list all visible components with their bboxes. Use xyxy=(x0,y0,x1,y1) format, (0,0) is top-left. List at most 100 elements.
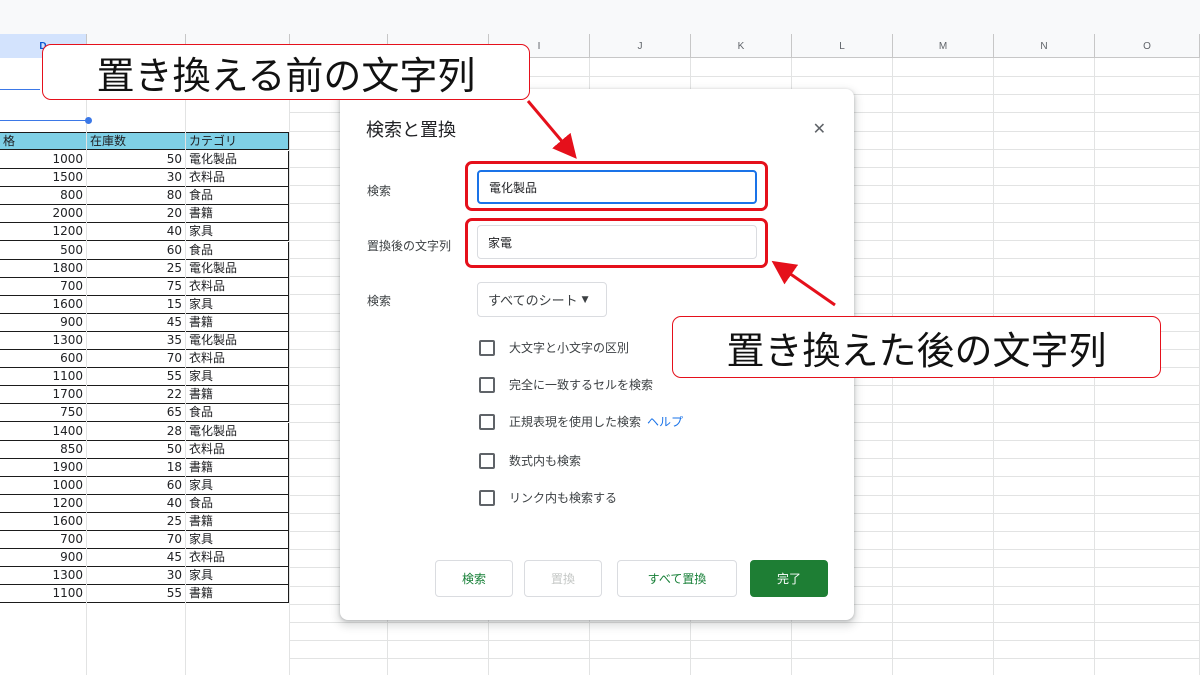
table-cell[interactable]: 25 xyxy=(87,260,186,278)
table-cell[interactable]: 1900 xyxy=(0,459,87,477)
table-cell[interactable]: 35 xyxy=(87,332,186,350)
column-header[interactable]: O xyxy=(1095,34,1200,58)
table-cell[interactable]: 食品 xyxy=(186,404,289,422)
table-cell[interactable]: 書籍 xyxy=(186,513,289,531)
chart-handle[interactable] xyxy=(85,117,92,124)
table-cell[interactable]: 衣料品 xyxy=(186,549,289,567)
table-cell[interactable]: 電化製品 xyxy=(186,332,289,350)
find-button[interactable]: 検索 xyxy=(435,560,513,597)
option-checkbox[interactable] xyxy=(479,489,495,506)
table-cell[interactable]: 700 xyxy=(0,278,87,296)
table-cell[interactable]: 55 xyxy=(87,368,186,386)
table-cell[interactable]: 20 xyxy=(87,205,186,223)
table-cell[interactable]: 700 xyxy=(0,531,87,549)
table-cell[interactable]: 家具 xyxy=(186,567,289,585)
done-button[interactable]: 完了 xyxy=(750,560,828,597)
table-cell[interactable]: 1100 xyxy=(0,368,87,386)
table-cell[interactable]: 40 xyxy=(87,223,186,241)
table-cell[interactable]: 25 xyxy=(87,513,186,531)
option-checkbox[interactable] xyxy=(479,376,495,393)
table-cell[interactable]: 1600 xyxy=(0,296,87,314)
table-cell[interactable]: 電化製品 xyxy=(186,260,289,278)
table-cell[interactable]: 1400 xyxy=(0,423,87,441)
table-cell[interactable]: 1600 xyxy=(0,513,87,531)
table-cell[interactable]: 65 xyxy=(87,404,186,422)
table-cell[interactable]: 1000 xyxy=(0,477,87,495)
replace-all-button[interactable]: すべて置換 xyxy=(617,560,737,597)
table-cell[interactable]: 40 xyxy=(87,495,186,513)
table-cell[interactable]: 家具 xyxy=(186,296,289,314)
table-cell[interactable]: 電化製品 xyxy=(186,423,289,441)
table-cell[interactable]: 60 xyxy=(87,477,186,495)
table-cell[interactable]: 衣料品 xyxy=(186,441,289,459)
table-cell[interactable]: 600 xyxy=(0,350,87,368)
close-icon[interactable]: ✕ xyxy=(813,119,826,138)
table-cell[interactable]: 1500 xyxy=(0,169,87,187)
table-cell[interactable]: 書籍 xyxy=(186,205,289,223)
option-row[interactable]: リンク内も検索する xyxy=(479,489,617,506)
table-cell[interactable]: 30 xyxy=(87,169,186,187)
table-cell[interactable]: 70 xyxy=(87,531,186,549)
option-row[interactable]: 正規表現を使用した検索 ヘルプ xyxy=(479,413,683,430)
table-cell[interactable]: 電化製品 xyxy=(186,151,289,169)
table-cell[interactable]: 60 xyxy=(87,242,186,260)
option-checkbox[interactable] xyxy=(479,452,495,469)
scope-dropdown[interactable]: すべてのシート ▼ xyxy=(477,282,607,317)
table-cell[interactable]: 書籍 xyxy=(186,386,289,404)
table-cell[interactable]: 衣料品 xyxy=(186,278,289,296)
table-cell[interactable]: 28 xyxy=(87,423,186,441)
help-link[interactable]: ヘルプ xyxy=(647,413,683,430)
table-cell[interactable]: 30 xyxy=(87,567,186,585)
table-cell[interactable]: 1100 xyxy=(0,585,87,603)
table-cell[interactable]: 850 xyxy=(0,441,87,459)
table-cell[interactable]: 書籍 xyxy=(186,585,289,603)
table-header-cell[interactable]: カテゴリ xyxy=(186,132,289,150)
table-cell[interactable]: 80 xyxy=(87,187,186,205)
table-cell[interactable]: 1300 xyxy=(0,332,87,350)
table-cell[interactable]: 衣料品 xyxy=(186,169,289,187)
table-cell[interactable]: 75 xyxy=(87,278,186,296)
column-header[interactable]: N xyxy=(994,34,1095,58)
table-cell[interactable]: 1200 xyxy=(0,223,87,241)
option-checkbox[interactable] xyxy=(479,339,495,356)
option-row[interactable]: 大文字と小文字の区別 xyxy=(479,339,629,356)
option-row[interactable]: 完全に一致するセルを検索 xyxy=(479,376,653,393)
table-cell[interactable]: 書籍 xyxy=(186,459,289,477)
table-cell[interactable]: 1700 xyxy=(0,386,87,404)
table-cell[interactable]: 衣料品 xyxy=(186,350,289,368)
table-cell[interactable]: 22 xyxy=(87,386,186,404)
column-header[interactable]: K xyxy=(691,34,792,58)
table-cell[interactable]: 500 xyxy=(0,242,87,260)
table-cell[interactable]: 45 xyxy=(87,549,186,567)
table-cell[interactable]: 750 xyxy=(0,404,87,422)
table-cell[interactable]: 15 xyxy=(87,296,186,314)
table-cell[interactable]: 900 xyxy=(0,549,87,567)
column-header[interactable]: L xyxy=(792,34,893,58)
option-checkbox[interactable] xyxy=(479,413,495,430)
table-cell[interactable]: 50 xyxy=(87,441,186,459)
table-cell[interactable]: 900 xyxy=(0,314,87,332)
table-cell[interactable]: 70 xyxy=(87,350,186,368)
table-cell[interactable]: 55 xyxy=(87,585,186,603)
table-cell[interactable]: 家具 xyxy=(186,531,289,549)
table-cell[interactable]: 家具 xyxy=(186,368,289,386)
table-cell[interactable]: 1000 xyxy=(0,151,87,169)
table-cell[interactable]: 家具 xyxy=(186,477,289,495)
table-header-cell[interactable]: 在庫数 xyxy=(87,132,186,150)
table-cell[interactable]: 食品 xyxy=(186,495,289,513)
table-cell[interactable]: 家具 xyxy=(186,223,289,241)
table-cell[interactable]: 1200 xyxy=(0,495,87,513)
table-cell[interactable]: 800 xyxy=(0,187,87,205)
replace-button[interactable]: 置換 xyxy=(524,560,602,597)
table-cell[interactable]: 食品 xyxy=(186,187,289,205)
option-row[interactable]: 数式内も検索 xyxy=(479,452,581,469)
table-cell[interactable]: 食品 xyxy=(186,242,289,260)
table-cell[interactable]: 書籍 xyxy=(186,314,289,332)
table-cell[interactable]: 2000 xyxy=(0,205,87,223)
column-header[interactable]: M xyxy=(893,34,994,58)
table-header-cell[interactable]: 格 xyxy=(0,132,87,150)
table-cell[interactable]: 45 xyxy=(87,314,186,332)
table-cell[interactable]: 18 xyxy=(87,459,186,477)
column-header[interactable]: J xyxy=(590,34,691,58)
table-cell[interactable]: 50 xyxy=(87,151,186,169)
